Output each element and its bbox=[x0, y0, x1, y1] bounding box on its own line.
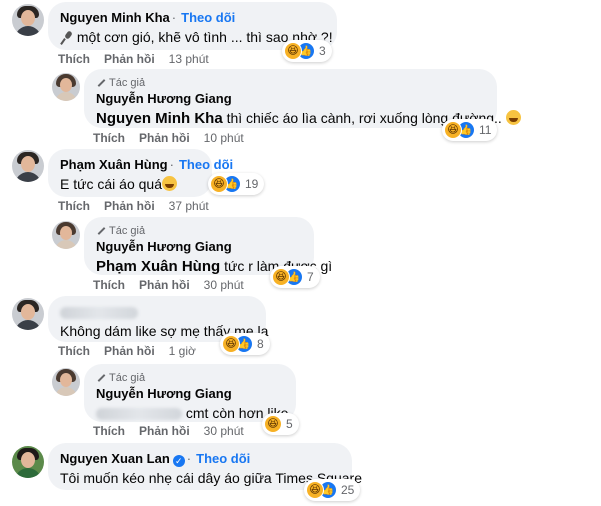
like-button[interactable]: Thích bbox=[93, 424, 125, 438]
reaction-summary[interactable]: 😆 👍 11 bbox=[442, 119, 498, 141]
comment-time[interactable]: 37 phút bbox=[169, 199, 209, 213]
reaction-count: 25 bbox=[341, 483, 355, 497]
like-button[interactable]: Thích bbox=[58, 344, 90, 358]
comment-text: E tức cái áo quá bbox=[60, 176, 162, 192]
comment-bubble: Tác giả Nguyễn Hương Giang cmt còn hơn l… bbox=[84, 364, 296, 422]
follow-button[interactable]: Theo dõi bbox=[181, 10, 235, 25]
avatar[interactable] bbox=[12, 446, 44, 478]
reaction-summary[interactable]: 😆 👍 8 bbox=[220, 333, 270, 355]
mention-link[interactable]: Phạm Xuân Hùng bbox=[96, 258, 220, 275]
like-button[interactable]: Thích bbox=[58, 52, 90, 66]
comment-author[interactable]: Nguyen Xuan Lan bbox=[60, 451, 170, 466]
reply-button[interactable]: Phản hồi bbox=[139, 278, 190, 292]
hidden-author-name bbox=[60, 306, 138, 319]
follow-button[interactable]: Theo dõi bbox=[196, 451, 250, 466]
mention-link[interactable]: Nguyen Minh Kha bbox=[96, 110, 223, 127]
pencil-icon bbox=[96, 78, 106, 88]
reaction-summary[interactable]: 😆 👍 3 bbox=[282, 40, 332, 62]
like-button[interactable]: Thích bbox=[58, 199, 90, 213]
reaction-count: 11 bbox=[479, 123, 492, 137]
haha-reaction-icon: 😆 bbox=[272, 268, 290, 286]
haha-reaction-icon: 😆 bbox=[264, 415, 282, 433]
comment-author[interactable]: Nguyễn Hương Giang bbox=[96, 385, 284, 402]
avatar[interactable] bbox=[12, 298, 44, 330]
comment-author[interactable]: Nguyễn Hương Giang bbox=[96, 238, 302, 255]
microphone-emoji-icon bbox=[60, 31, 73, 44]
haha-reaction-icon: 😆 bbox=[306, 481, 324, 499]
reaction-count: 3 bbox=[319, 44, 326, 58]
haha-reaction-icon: 😆 bbox=[210, 175, 228, 193]
comment-actions: Thích Phản hồi 13 phút bbox=[58, 51, 209, 67]
reaction-summary[interactable]: 😆 👍 7 bbox=[270, 266, 320, 288]
avatar[interactable] bbox=[52, 221, 80, 249]
author-badge: Tác giả bbox=[109, 372, 146, 384]
reaction-summary[interactable]: 😆 5 bbox=[262, 413, 299, 435]
reply-button[interactable]: Phản hồi bbox=[104, 52, 155, 66]
pencil-icon bbox=[96, 226, 106, 236]
comment-time[interactable]: 1 giờ bbox=[169, 344, 196, 358]
reply-button[interactable]: Phản hồi bbox=[104, 344, 155, 358]
comment-actions: Thích Phản hồi 37 phút bbox=[58, 198, 209, 214]
pencil-icon bbox=[96, 373, 106, 383]
laughing-emoji-icon bbox=[162, 176, 177, 191]
reaction-count: 8 bbox=[257, 337, 264, 351]
comment-time[interactable]: 10 phút bbox=[204, 131, 244, 145]
like-button[interactable]: Thích bbox=[93, 131, 125, 145]
avatar[interactable] bbox=[52, 368, 80, 396]
hidden-mention bbox=[96, 408, 182, 421]
reaction-summary[interactable]: 😆 👍 25 bbox=[304, 479, 361, 501]
reply-button[interactable]: Phản hồi bbox=[104, 199, 155, 213]
reaction-count: 19 bbox=[245, 177, 259, 191]
laughing-emoji-icon bbox=[505, 110, 521, 125]
comment-text: Tôi muốn kéo nhẹ cái dây áo giữa Times S… bbox=[60, 470, 362, 486]
comment-bubble: Tác giả Nguyễn Hương Giang Nguyen Minh K… bbox=[84, 69, 521, 128]
comment-author[interactable]: Phạm Xuân Hùng bbox=[60, 157, 168, 172]
comment-author[interactable]: Nguyen Minh Kha bbox=[60, 10, 170, 25]
avatar[interactable] bbox=[52, 73, 80, 101]
author-badge: Tác giả bbox=[109, 77, 146, 89]
comment-time[interactable]: 30 phút bbox=[204, 424, 244, 438]
reply-button[interactable]: Phản hồi bbox=[139, 424, 190, 438]
haha-reaction-icon: 😆 bbox=[284, 42, 302, 60]
like-button[interactable]: Thích bbox=[93, 278, 125, 292]
reply-button[interactable]: Phản hồi bbox=[139, 131, 190, 145]
haha-reaction-icon: 😆 bbox=[222, 335, 240, 353]
avatar[interactable] bbox=[12, 4, 44, 36]
reaction-summary[interactable]: 😆 👍 19 bbox=[208, 173, 265, 195]
verified-badge-icon: ✓ bbox=[172, 455, 185, 467]
haha-reaction-icon: 😆 bbox=[444, 121, 462, 139]
comment-time[interactable]: 30 phút bbox=[204, 278, 244, 292]
comment-bubble: Phạm Xuân Hùng · Theo dõi E tức cái áo quá bbox=[48, 149, 233, 197]
author-badge: Tác giả bbox=[109, 225, 146, 237]
comment-actions: Thích Phản hồi 30 phút bbox=[93, 277, 244, 293]
comment-actions: Thích Phản hồi 1 giờ bbox=[58, 343, 196, 359]
comment-time[interactable]: 13 phút bbox=[169, 52, 209, 66]
comment-actions: Thích Phản hồi 10 phút bbox=[93, 130, 244, 146]
avatar[interactable] bbox=[12, 150, 44, 182]
comment-actions: Thích Phản hồi 30 phút bbox=[93, 423, 244, 439]
comment-author[interactable]: Nguyễn Hương Giang bbox=[96, 90, 485, 107]
follow-button[interactable]: Theo dõi bbox=[179, 157, 233, 172]
reaction-count: 5 bbox=[286, 417, 293, 431]
reaction-count: 7 bbox=[307, 270, 314, 284]
